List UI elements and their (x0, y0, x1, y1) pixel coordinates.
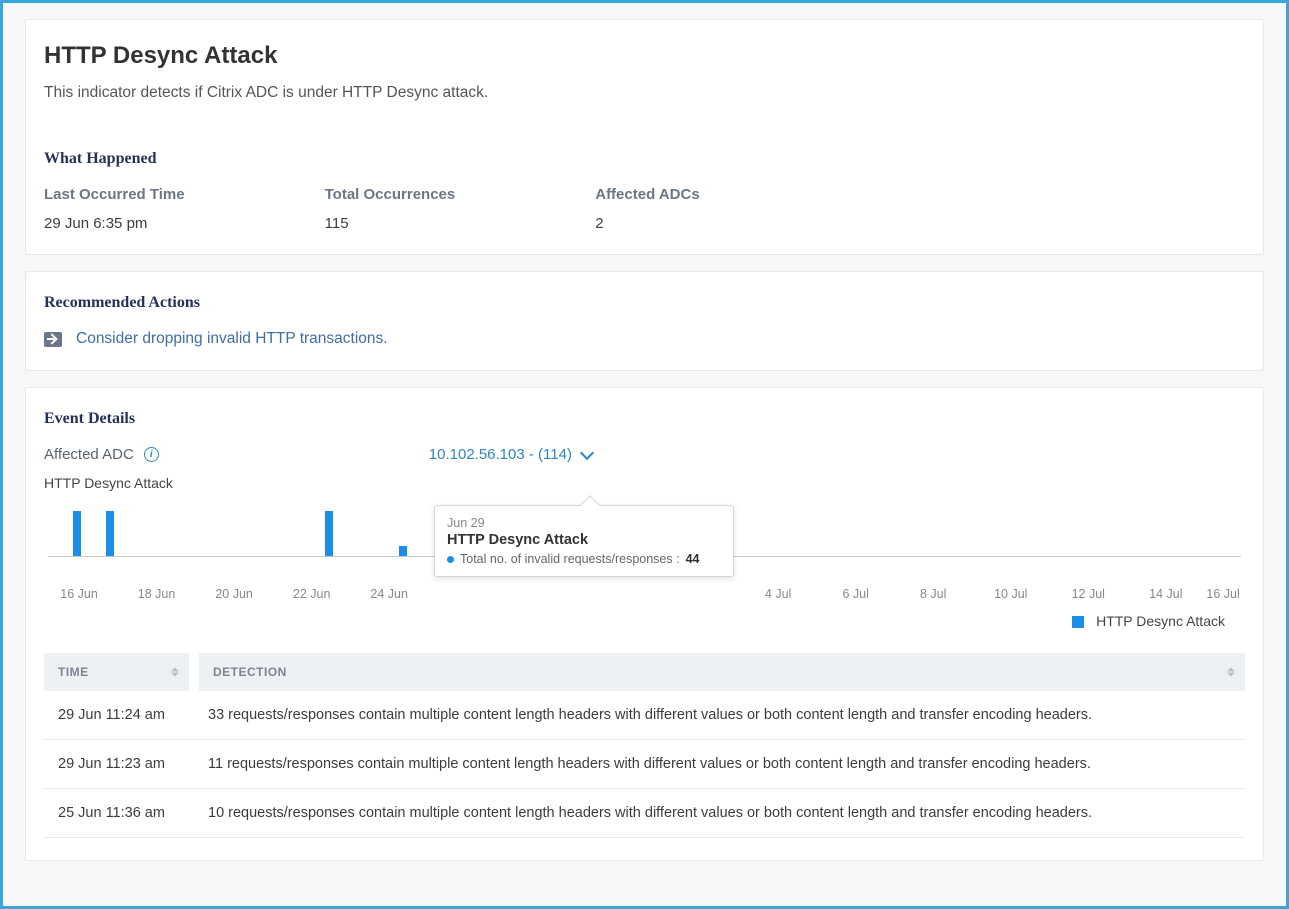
sort-icon[interactable] (171, 668, 179, 677)
chart-bar[interactable] (325, 511, 333, 556)
x-axis: 16 Jun 18 Jun 20 Jun 22 Jun 24 Jun 4 Jul… (48, 585, 1241, 605)
stat-affected-adcs: Affected ADCs 2 (595, 186, 699, 232)
header-card: HTTP Desync Attack This indicator detect… (25, 19, 1264, 255)
affected-adc-row: Affected ADC i 10.102.56.103 - (114) (44, 446, 1245, 463)
affected-adc-dropdown[interactable]: 10.102.56.103 - (114) (429, 446, 592, 463)
page-frame: HTTP Desync Attack This indicator detect… (0, 0, 1289, 909)
recommendation-text: Consider dropping invalid HTTP transacti… (76, 330, 388, 348)
tooltip-value: 44 (686, 552, 700, 566)
tooltip-date: Jun 29 (447, 516, 721, 530)
recommendation-row: Consider dropping invalid HTTP transacti… (44, 330, 1245, 348)
chart-bar[interactable] (106, 511, 114, 556)
tooltip-arrow-icon (580, 495, 600, 515)
stat-last-occurred: Last Occurred Time 29 Jun 6:35 pm (44, 186, 185, 232)
stat-value-total: 115 (325, 215, 456, 232)
cell-time: 29 Jun 11:24 am (44, 691, 194, 740)
dropdown-value: 10.102.56.103 - (114) (429, 446, 572, 463)
x-tick: 22 Jun (293, 587, 331, 601)
tooltip-title: HTTP Desync Attack (447, 532, 721, 548)
cell-detection: 33 requests/responses contain multiple c… (194, 691, 1245, 740)
legend-swatch-icon (1072, 616, 1084, 628)
x-tick: 24 Jun (370, 587, 408, 601)
table-row[interactable]: 29 Jun 11:24 am 33 requests/responses co… (44, 691, 1245, 740)
series-dot-icon (447, 556, 454, 563)
sort-icon[interactable] (1227, 668, 1235, 677)
chart-bar[interactable] (73, 511, 81, 556)
chart-bar[interactable] (399, 546, 407, 556)
cell-detection: 10 requests/responses contain multiple c… (194, 789, 1245, 838)
desync-chart[interactable]: Jun 29 HTTP Desync Attack Total no. of i… (48, 497, 1241, 557)
cell-time: 25 Jun 11:36 am (44, 789, 194, 838)
x-tick: 18 Jun (138, 587, 176, 601)
tooltip-metric-label: Total no. of invalid requests/responses … (460, 552, 680, 566)
stat-total-occurrences: Total Occurrences 115 (325, 186, 456, 232)
x-tick: 16 Jun (60, 587, 98, 601)
chevron-down-icon (580, 445, 594, 459)
table-row[interactable]: 25 Jun 11:36 am 10 requests/responses co… (44, 789, 1245, 838)
x-tick: 16 Jul (1206, 587, 1239, 601)
event-details-card: Event Details Affected ADC i 10.102.56.1… (25, 387, 1264, 861)
x-tick: 20 Jun (215, 587, 253, 601)
events-table: TIME DETECTION 29 Jun 11:24 am 33 reques… (44, 653, 1245, 838)
tooltip-metric-row: Total no. of invalid requests/responses … (447, 552, 721, 566)
what-happened-heading: What Happened (44, 150, 1245, 168)
arrow-right-box-icon (44, 332, 62, 347)
info-icon[interactable]: i (144, 447, 159, 462)
x-tick: 4 Jul (765, 587, 791, 601)
affected-adc-label: Affected ADC (44, 446, 134, 463)
recommended-heading: Recommended Actions (44, 294, 1245, 312)
x-tick: 14 Jul (1149, 587, 1182, 601)
chart-legend: HTTP Desync Attack (44, 613, 1225, 629)
stat-label-affected: Affected ADCs (595, 186, 699, 203)
event-details-heading: Event Details (44, 410, 1245, 428)
cell-time: 29 Jun 11:23 am (44, 740, 194, 789)
column-header-time[interactable]: TIME (44, 653, 194, 691)
x-tick: 12 Jul (1072, 587, 1105, 601)
page-description: This indicator detects if Citrix ADC is … (44, 84, 1245, 102)
column-header-detection[interactable]: DETECTION (194, 653, 1245, 691)
legend-label: HTTP Desync Attack (1096, 613, 1225, 629)
x-tick: 6 Jul (842, 587, 868, 601)
stats-row: Last Occurred Time 29 Jun 6:35 pm Total … (44, 186, 1245, 232)
stat-value-last-occurred: 29 Jun 6:35 pm (44, 215, 185, 232)
x-tick: 10 Jul (994, 587, 1027, 601)
chart-tooltip: Jun 29 HTTP Desync Attack Total no. of i… (434, 505, 734, 577)
chart-title: HTTP Desync Attack (44, 475, 1245, 491)
stat-label-last-occurred: Last Occurred Time (44, 186, 185, 203)
cell-detection: 11 requests/responses contain multiple c… (194, 740, 1245, 789)
recommended-card: Recommended Actions Consider dropping in… (25, 271, 1264, 371)
stat-value-affected: 2 (595, 215, 699, 232)
x-tick: 8 Jul (920, 587, 946, 601)
stat-label-total: Total Occurrences (325, 186, 456, 203)
page-title: HTTP Desync Attack (44, 42, 1245, 70)
table-row[interactable]: 29 Jun 11:23 am 11 requests/responses co… (44, 740, 1245, 789)
